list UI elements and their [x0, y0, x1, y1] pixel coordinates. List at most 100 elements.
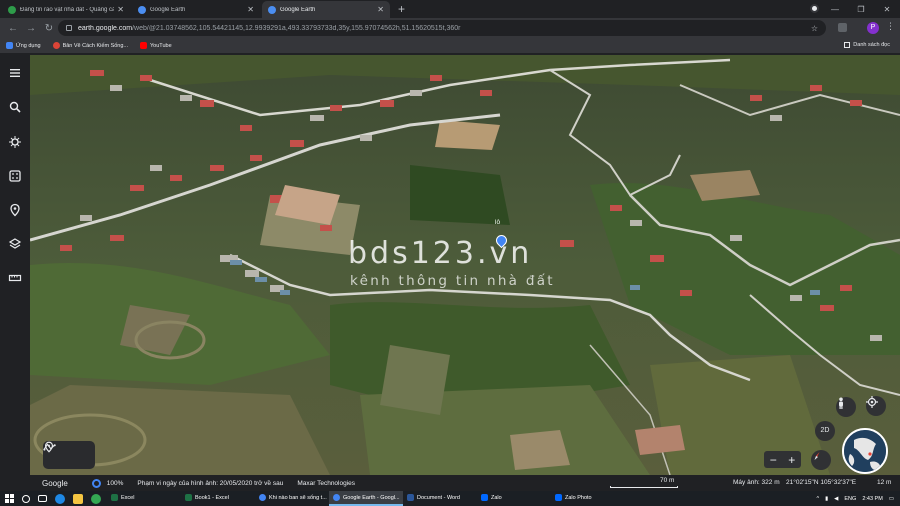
edge-icon[interactable] [55, 493, 65, 504]
map-tool-buttons [43, 441, 95, 469]
chrome-icon[interactable] [91, 493, 101, 504]
elevation: 12 m [877, 479, 892, 486]
clock[interactable]: 2:43 PM [862, 496, 882, 502]
voyager-icon[interactable] [8, 135, 22, 149]
excel-icon [185, 494, 192, 501]
media-icon[interactable] [810, 4, 819, 13]
loading-icon [91, 478, 101, 488]
search-icon[interactable] [22, 494, 30, 503]
tab-close-icon[interactable]: ✕ [117, 5, 124, 14]
address-bar[interactable]: earth.google.com/web/@21.03748562,105.54… [58, 20, 826, 36]
taskbar-app-label: Document - Word [417, 494, 460, 501]
tab-close-icon[interactable]: ✕ [247, 5, 254, 14]
volume-icon[interactable]: ◀ [834, 496, 838, 502]
chrome-icon [333, 494, 340, 501]
windows-start-icon[interactable] [5, 494, 14, 503]
pegman-icon [839, 397, 843, 409]
browser-toolbar: ← → ↻ earth.google.com/web/@21.03748562,… [0, 18, 900, 38]
url-text[interactable]: earth.google.com/web/@21.03748562,105.54… [78, 25, 811, 32]
profile-avatar[interactable]: P [867, 22, 879, 34]
word-icon [407, 494, 414, 501]
tab-close-icon[interactable]: ✕ [377, 5, 384, 14]
globe-minimap[interactable] [842, 428, 888, 474]
taskbar-app-label: Khi nào ban sẽ sống t... [269, 494, 327, 501]
network-icon[interactable]: ▮ [825, 496, 828, 502]
taskbar-app-book1[interactable]: Book1 - Excel [181, 491, 255, 506]
coordinates: 21°02'15"N 105°32'37"E [786, 479, 857, 486]
taskbar-app-word[interactable]: Document - Word [403, 491, 477, 506]
extension-icon[interactable] [838, 23, 847, 32]
zalo-icon [481, 494, 488, 501]
new-tab-button[interactable]: + [398, 1, 405, 18]
tab-label: Google Earth [150, 6, 186, 13]
window-controls: — ❐ ✕ [822, 0, 900, 18]
lock-icon[interactable] [66, 25, 72, 31]
restore-button[interactable]: ❐ [848, 5, 874, 14]
taskbar-app-label: Zalo [491, 494, 502, 501]
chrome-icon [259, 494, 266, 501]
bookmark-apps[interactable]: Ứng dụng [6, 42, 41, 49]
zoom-out-button[interactable]: − [770, 453, 777, 467]
street-view-button[interactable] [836, 397, 856, 417]
tab-google-earth-2[interactable]: Google Earth ✕ [262, 1, 390, 18]
earth-status-bar: Google 100% Phạm vi ngày của hình ảnh: 2… [30, 475, 900, 491]
crosshair-icon [866, 396, 878, 408]
imagery-date: Phạm vi ngày của hình ảnh: 20/05/2020 tr… [137, 479, 284, 487]
tab-label: Đăng tin rao vặt nhà đất - Quảng cáo n [20, 6, 115, 13]
minimize-button[interactable]: — [822, 5, 848, 14]
projects-icon[interactable] [8, 203, 22, 217]
search-icon[interactable] [8, 100, 22, 114]
taskbar-app-label: Google Earth - Googl... [343, 494, 400, 501]
apps-grid-icon [6, 42, 13, 49]
file-explorer-icon[interactable] [73, 493, 83, 504]
compass-button[interactable] [811, 450, 831, 470]
tab-rao-vat[interactable]: Đăng tin rao vặt nhà đất - Quảng cáo n ✕ [2, 1, 130, 18]
tab-label: Google Earth [280, 6, 316, 13]
bookmark-youtube[interactable]: YouTube [140, 42, 172, 49]
bookmark-label: YouTube [150, 42, 172, 49]
task-view-icon[interactable] [38, 495, 47, 502]
watermark-subtitle: kênh thông tin nhà đất [350, 273, 555, 289]
earth-map-view[interactable]: lô bds123.vn kênh thông tin nhà đất 2D −… [30, 55, 900, 475]
forward-icon[interactable]: → [22, 23, 40, 34]
dice-icon[interactable] [8, 169, 22, 183]
excel-icon [111, 494, 118, 501]
imagery-provider[interactable]: Maxar Technologies [297, 480, 355, 487]
scale-bar [610, 486, 678, 488]
layers-icon[interactable] [8, 237, 22, 251]
bookmark-star-icon[interactable]: ☆ [811, 24, 818, 33]
tab-google-earth-1[interactable]: Google Earth ✕ [132, 1, 260, 18]
url-host: earth.google.com [78, 24, 133, 32]
notifications-icon[interactable]: ▭ [889, 496, 894, 502]
bookmark-label: Ứng dụng [16, 42, 41, 49]
reading-list[interactable]: Danh sách đọc [844, 42, 890, 48]
reload-icon[interactable]: ↻ [40, 23, 58, 34]
close-button[interactable]: ✕ [874, 5, 900, 14]
taskbar-app-chrome[interactable]: Khi nào ban sẽ sống t... [255, 491, 329, 506]
path-icon[interactable] [43, 441, 57, 453]
tray-chevron-icon[interactable]: ^ [817, 496, 820, 502]
compass-icon [814, 452, 820, 460]
taskbar-app-excel[interactable]: Excel [107, 491, 181, 506]
back-icon[interactable]: ← [4, 23, 22, 34]
earth-sidebar [0, 55, 30, 491]
watermark-title: bds123.vn [348, 236, 533, 271]
my-location-button[interactable] [866, 396, 886, 416]
reading-list-icon [844, 42, 851, 48]
bookmark-ban-ve[interactable]: Bản Vẽ Cách Kiếm Sống... [52, 42, 128, 49]
measure-icon[interactable] [8, 271, 22, 285]
taskbar-app-zalo[interactable]: Zalo [477, 491, 551, 506]
taskbar-app-label: Book1 - Excel [195, 494, 229, 501]
url-path: /web/@21.03748562,105.54421145,12.993929… [132, 24, 461, 32]
zoom-in-button[interactable]: + [788, 453, 795, 467]
taskbar-app-zalo-photo[interactable]: Zalo Photo [551, 491, 625, 506]
input-language[interactable]: ENG [844, 496, 856, 502]
taskbar-app-google-earth[interactable]: Google Earth - Googl... [329, 491, 403, 506]
toggle-2d-button[interactable]: 2D [815, 421, 835, 441]
camera-altitude: Máy ảnh: 322 m [733, 479, 780, 486]
system-tray: ^ ▮ ◀ ENG 2:43 PM ▭ [811, 491, 894, 506]
bookmarks-bar: Ứng dụng Bản Vẽ Cách Kiếm Sống... YouTub… [0, 38, 900, 54]
menu-icon[interactable] [8, 66, 22, 80]
more-menu-icon[interactable]: ⋮ [886, 21, 895, 32]
tab-favicon-icon [268, 5, 276, 14]
